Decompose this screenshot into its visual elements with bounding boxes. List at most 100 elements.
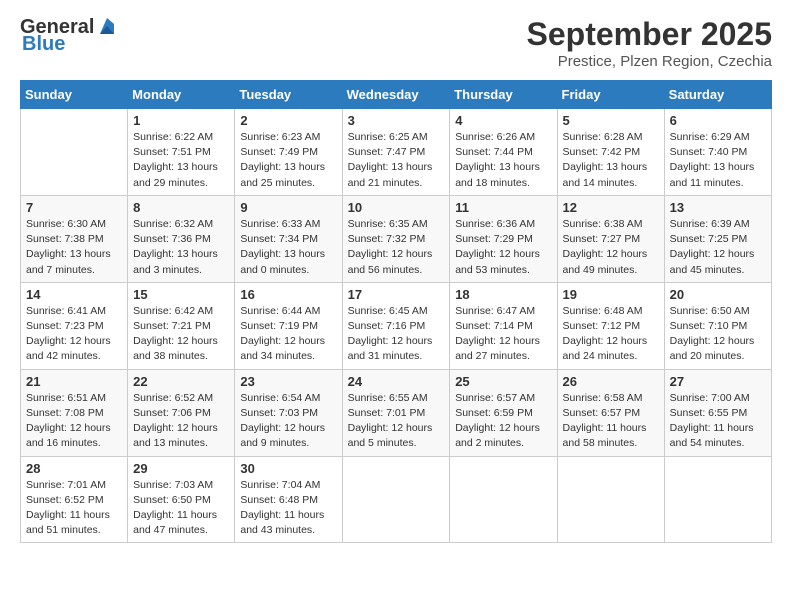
calendar-cell: 3 Sunrise: 6:25 AM Sunset: 7:47 PM Daylig… bbox=[342, 109, 450, 196]
calendar-cell: 25Sunrise: 6:57 AM Sunset: 6:59 PM Dayli… bbox=[450, 369, 557, 456]
calendar-cell: 16Sunrise: 6:44 AM Sunset: 7:19 PM Dayli… bbox=[235, 282, 342, 369]
day-number: 28 bbox=[26, 461, 122, 476]
month-title: September 2025 bbox=[527, 16, 772, 53]
calendar-cell bbox=[557, 456, 664, 543]
day-info: Sunrise: 6:47 AM Sunset: 7:14 PM Dayligh… bbox=[455, 304, 551, 365]
calendar-week-row: 14 Sunrise: 6:41 AM Sunset: 7:23 PM Dayli… bbox=[21, 282, 772, 369]
day-info: Sunrise: 6:45 AM Sunset: 7:16 PM Dayligh… bbox=[348, 304, 445, 365]
header-saturday: Saturday bbox=[664, 81, 771, 109]
calendar-cell: 24 Sunrise: 6:55 AM Sunset: 7:01 PM Dayli… bbox=[342, 369, 450, 456]
logo-icon bbox=[96, 16, 118, 38]
location-text: Prestice, Plzen Region, Czechia bbox=[527, 53, 772, 70]
day-number: 3 bbox=[348, 113, 445, 128]
day-number: 24 bbox=[348, 374, 445, 389]
day-info: Sunrise: 7:00 AM Sunset: 6:55 PM Dayligh… bbox=[670, 391, 766, 452]
day-number: 23 bbox=[240, 374, 336, 389]
day-info: Sunrise: 6:28 AM Sunset: 7:42 PM Dayligh… bbox=[563, 130, 659, 191]
day-info: Sunrise: 6:30 AM Sunset: 7:38 PM Dayligh… bbox=[26, 217, 122, 278]
header-thursday: Thursday bbox=[450, 81, 557, 109]
calendar-cell: 4 Sunrise: 6:26 AM Sunset: 7:44 PM Daylig… bbox=[450, 109, 557, 196]
day-number: 22 bbox=[133, 374, 229, 389]
calendar-cell: 12 Sunrise: 6:38 AM Sunset: 7:27 PM Dayli… bbox=[557, 195, 664, 282]
day-info: Sunrise: 6:42 AM Sunset: 7:21 PM Dayligh… bbox=[133, 304, 229, 365]
day-number: 8 bbox=[133, 200, 229, 215]
calendar-cell: 22 Sunrise: 6:52 AM Sunset: 7:06 PM Dayli… bbox=[128, 369, 235, 456]
day-number: 9 bbox=[240, 200, 336, 215]
day-info: Sunrise: 6:29 AM Sunset: 7:40 PM Dayligh… bbox=[670, 130, 766, 191]
header-sunday: Sunday bbox=[21, 81, 128, 109]
calendar-cell bbox=[21, 109, 128, 196]
day-info: Sunrise: 7:03 AM Sunset: 6:50 PM Dayligh… bbox=[133, 478, 229, 539]
day-number: 15 bbox=[133, 287, 229, 302]
day-info: Sunrise: 7:04 AM Sunset: 6:48 PM Dayligh… bbox=[240, 478, 336, 539]
day-number: 21 bbox=[26, 374, 122, 389]
calendar-header-row: SundayMondayTuesdayWednesdayThursdayFrid… bbox=[21, 81, 772, 109]
calendar-table: SundayMondayTuesdayWednesdayThursdayFrid… bbox=[20, 80, 772, 543]
day-number: 11 bbox=[455, 200, 551, 215]
day-info: Sunrise: 6:52 AM Sunset: 7:06 PM Dayligh… bbox=[133, 391, 229, 452]
calendar-cell: 27 Sunrise: 7:00 AM Sunset: 6:55 PM Dayli… bbox=[664, 369, 771, 456]
calendar-week-row: 21Sunrise: 6:51 AM Sunset: 7:08 PM Dayli… bbox=[21, 369, 772, 456]
calendar-cell: 29 Sunrise: 7:03 AM Sunset: 6:50 PM Dayli… bbox=[128, 456, 235, 543]
day-info: Sunrise: 6:26 AM Sunset: 7:44 PM Dayligh… bbox=[455, 130, 551, 191]
calendar-cell: 9 Sunrise: 6:33 AM Sunset: 7:34 PM Daylig… bbox=[235, 195, 342, 282]
day-number: 27 bbox=[670, 374, 766, 389]
day-info: Sunrise: 6:39 AM Sunset: 7:25 PM Dayligh… bbox=[670, 217, 766, 278]
day-info: Sunrise: 6:25 AM Sunset: 7:47 PM Dayligh… bbox=[348, 130, 445, 191]
calendar-cell: 14 Sunrise: 6:41 AM Sunset: 7:23 PM Dayli… bbox=[21, 282, 128, 369]
calendar-cell: 13 Sunrise: 6:39 AM Sunset: 7:25 PM Dayli… bbox=[664, 195, 771, 282]
calendar-cell: 20 Sunrise: 6:50 AM Sunset: 7:10 PM Dayli… bbox=[664, 282, 771, 369]
day-number: 26 bbox=[563, 374, 659, 389]
day-info: Sunrise: 6:54 AM Sunset: 7:03 PM Dayligh… bbox=[240, 391, 336, 452]
page-header: General Blue September 2025 Prestice, Pl… bbox=[20, 16, 772, 70]
calendar-cell bbox=[450, 456, 557, 543]
day-number: 29 bbox=[133, 461, 229, 476]
day-info: Sunrise: 6:32 AM Sunset: 7:36 PM Dayligh… bbox=[133, 217, 229, 278]
day-info: Sunrise: 6:23 AM Sunset: 7:49 PM Dayligh… bbox=[240, 130, 336, 191]
header-tuesday: Tuesday bbox=[235, 81, 342, 109]
day-number: 12 bbox=[563, 200, 659, 215]
calendar-cell: 26Sunrise: 6:58 AM Sunset: 6:57 PM Dayli… bbox=[557, 369, 664, 456]
day-info: Sunrise: 6:38 AM Sunset: 7:27 PM Dayligh… bbox=[563, 217, 659, 278]
calendar-cell: 28 Sunrise: 7:01 AM Sunset: 6:52 PM Dayli… bbox=[21, 456, 128, 543]
header-wednesday: Wednesday bbox=[342, 81, 450, 109]
day-info: Sunrise: 6:55 AM Sunset: 7:01 PM Dayligh… bbox=[348, 391, 445, 452]
day-info: Sunrise: 6:22 AM Sunset: 7:51 PM Dayligh… bbox=[133, 130, 229, 191]
calendar-cell: 1 Sunrise: 6:22 AM Sunset: 7:51 PM Daylig… bbox=[128, 109, 235, 196]
day-info: Sunrise: 7:01 AM Sunset: 6:52 PM Dayligh… bbox=[26, 478, 122, 539]
day-info: Sunrise: 6:41 AM Sunset: 7:23 PM Dayligh… bbox=[26, 304, 122, 365]
day-info: Sunrise: 6:36 AM Sunset: 7:29 PM Dayligh… bbox=[455, 217, 551, 278]
header-friday: Friday bbox=[557, 81, 664, 109]
day-number: 17 bbox=[348, 287, 445, 302]
calendar-cell: 7 Sunrise: 6:30 AM Sunset: 7:38 PM Daylig… bbox=[21, 195, 128, 282]
calendar-cell: 18 Sunrise: 6:47 AM Sunset: 7:14 PM Dayli… bbox=[450, 282, 557, 369]
calendar-week-row: 28 Sunrise: 7:01 AM Sunset: 6:52 PM Dayli… bbox=[21, 456, 772, 543]
day-number: 14 bbox=[26, 287, 122, 302]
calendar-cell: 11 Sunrise: 6:36 AM Sunset: 7:29 PM Dayli… bbox=[450, 195, 557, 282]
day-number: 2 bbox=[240, 113, 336, 128]
logo: General Blue bbox=[20, 16, 118, 54]
calendar-cell bbox=[664, 456, 771, 543]
day-number: 18 bbox=[455, 287, 551, 302]
calendar-cell: 8 Sunrise: 6:32 AM Sunset: 7:36 PM Daylig… bbox=[128, 195, 235, 282]
calendar-cell: 21Sunrise: 6:51 AM Sunset: 7:08 PM Dayli… bbox=[21, 369, 128, 456]
calendar-cell: 5Sunrise: 6:28 AM Sunset: 7:42 PM Daylig… bbox=[557, 109, 664, 196]
day-number: 13 bbox=[670, 200, 766, 215]
day-number: 6 bbox=[670, 113, 766, 128]
title-section: September 2025 Prestice, Plzen Region, C… bbox=[527, 16, 772, 70]
day-number: 4 bbox=[455, 113, 551, 128]
calendar-cell: 15 Sunrise: 6:42 AM Sunset: 7:21 PM Dayli… bbox=[128, 282, 235, 369]
day-info: Sunrise: 6:35 AM Sunset: 7:32 PM Dayligh… bbox=[348, 217, 445, 278]
day-info: Sunrise: 6:48 AM Sunset: 7:12 PM Dayligh… bbox=[563, 304, 659, 365]
calendar-cell: 17 Sunrise: 6:45 AM Sunset: 7:16 PM Dayli… bbox=[342, 282, 450, 369]
calendar-week-row: 1 Sunrise: 6:22 AM Sunset: 7:51 PM Daylig… bbox=[21, 109, 772, 196]
day-number: 7 bbox=[26, 200, 122, 215]
day-number: 20 bbox=[670, 287, 766, 302]
day-info: Sunrise: 6:33 AM Sunset: 7:34 PM Dayligh… bbox=[240, 217, 336, 278]
day-info: Sunrise: 6:50 AM Sunset: 7:10 PM Dayligh… bbox=[670, 304, 766, 365]
day-number: 19 bbox=[563, 287, 659, 302]
calendar-cell bbox=[342, 456, 450, 543]
calendar-week-row: 7 Sunrise: 6:30 AM Sunset: 7:38 PM Daylig… bbox=[21, 195, 772, 282]
day-number: 1 bbox=[133, 113, 229, 128]
logo-blue-text: Blue bbox=[22, 34, 65, 54]
